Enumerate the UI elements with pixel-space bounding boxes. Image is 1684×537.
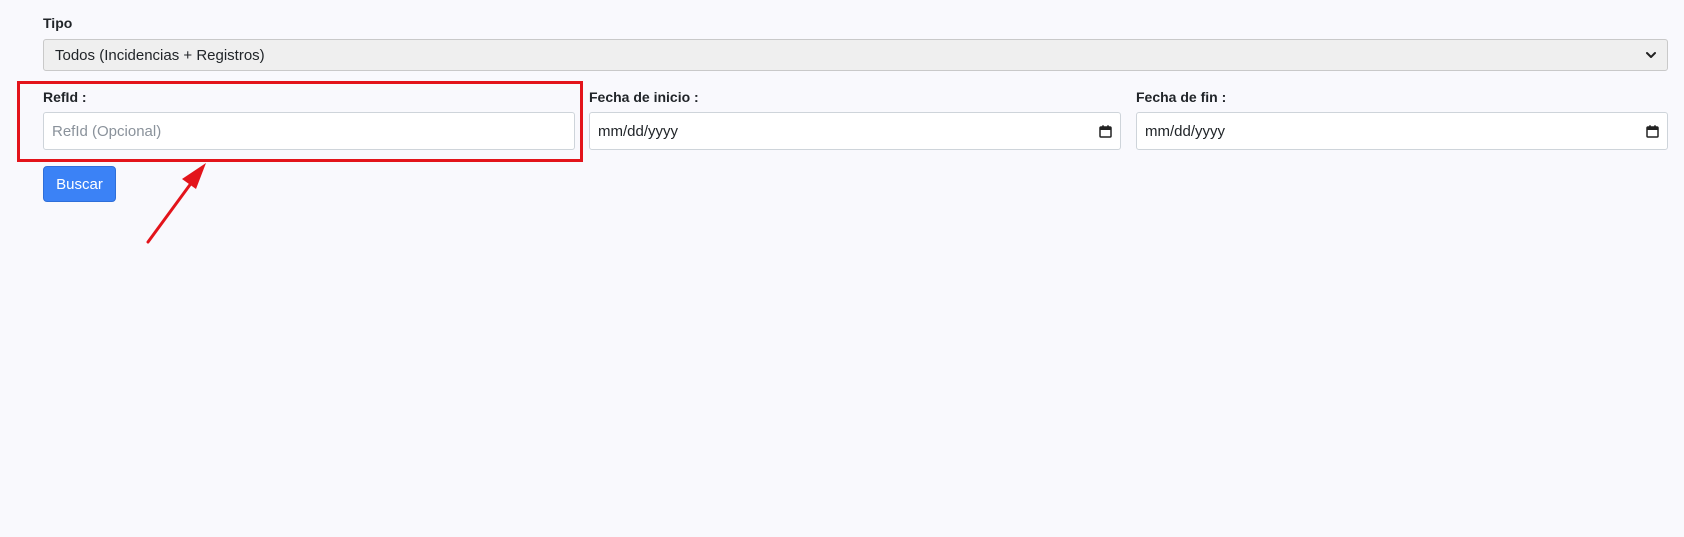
- refid-input[interactable]: RefId (Opcional): [43, 112, 575, 150]
- refid-placeholder: RefId (Opcional): [52, 122, 162, 140]
- buscar-button[interactable]: Buscar: [43, 166, 116, 202]
- refid-label: RefId :: [43, 89, 87, 105]
- calendar-icon[interactable]: [1098, 124, 1112, 138]
- fecha-inicio-value: mm/dd/yyyy: [598, 122, 679, 140]
- tipo-label: Tipo: [43, 15, 73, 31]
- chevron-down-icon: [1645, 49, 1657, 61]
- calendar-icon[interactable]: [1645, 124, 1659, 138]
- fecha-fin-label: Fecha de fin :: [1136, 89, 1227, 105]
- arrow-annotation: [146, 163, 206, 244]
- fecha-fin-input[interactable]: mm/dd/yyyy: [1136, 112, 1668, 150]
- fecha-inicio-label: Fecha de inicio :: [589, 89, 699, 105]
- tipo-select[interactable]: Todos (Incidencias + Registros): [43, 39, 1668, 71]
- fecha-fin-value: mm/dd/yyyy: [1145, 122, 1226, 140]
- fecha-inicio-input[interactable]: mm/dd/yyyy: [589, 112, 1121, 150]
- tipo-select-value: Todos (Incidencias + Registros): [55, 46, 265, 64]
